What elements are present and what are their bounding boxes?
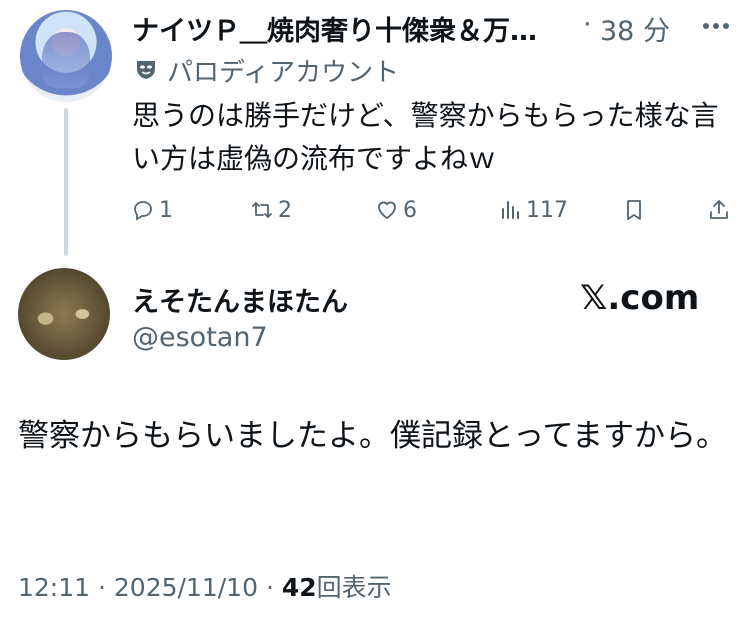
share-button[interactable] (707, 194, 731, 226)
display-name[interactable]: ナイツＰ＿焼肉奢り十傑衆＆万… (132, 9, 537, 48)
retweet-count: 2 (278, 197, 292, 223)
tweet-text: 思うのは勝手だけど、警察からもらった様な言い方は虚偽の流布ですよねｗ (132, 99, 719, 175)
view-count: 42 (281, 573, 317, 602)
reply-count: 1 (159, 197, 173, 223)
x-logo-watermark: 𝕏.com (580, 278, 700, 318)
separator-dot: · (265, 573, 274, 602)
separator-dot: · (98, 573, 106, 602)
tweet-metadata: 12:11 · 2025/11/10 · 42回表示 (18, 568, 392, 604)
bookmark-button[interactable] (622, 194, 646, 226)
views-button[interactable]: 117 (498, 194, 568, 226)
user-handle[interactable]: @esotan7 (132, 322, 268, 353)
share-icon (710, 200, 728, 219)
like-count: 6 (403, 197, 417, 223)
timestamp[interactable]: 38 分 (600, 9, 670, 48)
parody-account-label: パロディアカウント (167, 58, 400, 88)
avatar[interactable] (20, 10, 112, 102)
bookmark-icon (627, 200, 641, 220)
reply-button[interactable]: 1 (131, 194, 173, 226)
view-count: 117 (526, 197, 568, 223)
separator-dot: · (583, 9, 592, 40)
avatar[interactable] (18, 268, 110, 360)
heart-icon (378, 201, 396, 220)
parody-mask-icon (137, 61, 155, 79)
view-label: 回表示 (316, 573, 392, 602)
thread-connector-line (64, 108, 68, 256)
retweet-icon (252, 202, 272, 218)
tweet-date[interactable]: 2025/11/10 (114, 573, 258, 602)
reply-icon (134, 201, 152, 221)
tweet-time[interactable]: 12:11 (18, 573, 90, 602)
more-options-icon[interactable] (700, 14, 732, 38)
display-name[interactable]: えそたんまほたん (132, 280, 348, 319)
tweet-text: 警察からもらいましたよ。僕記録とってますから。 (18, 418, 727, 454)
retweet-button[interactable]: 2 (250, 194, 292, 226)
analytics-icon (502, 201, 519, 219)
like-button[interactable]: 6 (375, 194, 417, 226)
